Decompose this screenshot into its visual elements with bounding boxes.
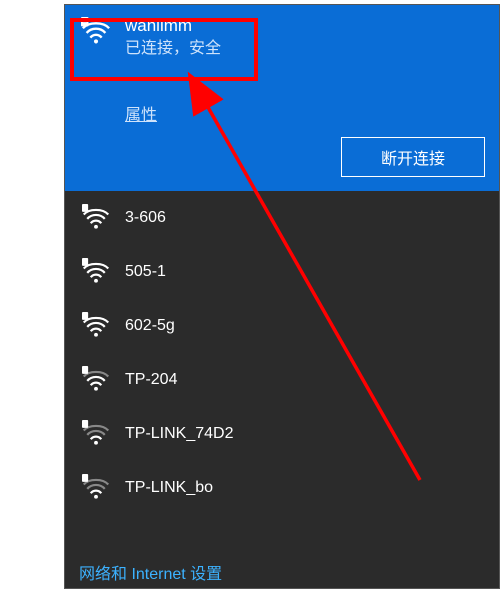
network-item[interactable]: 505-1 bbox=[65, 245, 499, 299]
network-item[interactable]: TP-LINK_74D2 bbox=[65, 407, 499, 461]
wifi-secure-icon bbox=[79, 309, 113, 343]
network-name: TP-LINK_74D2 bbox=[125, 425, 234, 443]
wifi-secure-icon bbox=[79, 15, 113, 49]
properties-link[interactable]: 属性 bbox=[125, 101, 157, 125]
network-item[interactable]: TP-LINK_bo bbox=[65, 461, 499, 515]
wifi-secure-icon bbox=[79, 363, 113, 397]
connected-network-status: 已连接，安全 bbox=[125, 38, 221, 60]
network-name: 602-5g bbox=[125, 317, 175, 335]
connected-network-item[interactable]: wanlimm 已连接，安全 属性 断开连接 bbox=[65, 5, 499, 191]
wifi-secure-icon bbox=[79, 417, 113, 451]
disconnect-button[interactable]: 断开连接 bbox=[341, 137, 485, 177]
network-item[interactable]: 3-606 bbox=[65, 191, 499, 245]
wifi-secure-icon bbox=[79, 201, 113, 235]
network-item[interactable]: 602-5g bbox=[65, 299, 499, 353]
wifi-secure-icon bbox=[79, 255, 113, 289]
network-item[interactable]: TP-204 bbox=[65, 353, 499, 407]
wifi-flyout-panel: wanlimm 已连接，安全 属性 断开连接 3-606 bbox=[64, 4, 500, 589]
network-name: TP-LINK_bo bbox=[125, 479, 213, 497]
network-name: 3-606 bbox=[125, 209, 166, 227]
connected-network-name: wanlimm bbox=[125, 15, 221, 38]
network-name: TP-204 bbox=[125, 371, 177, 389]
network-name: 505-1 bbox=[125, 263, 166, 281]
wifi-secure-icon bbox=[79, 471, 113, 505]
network-settings-link[interactable]: 网络和 Internet 设置 bbox=[79, 560, 222, 584]
